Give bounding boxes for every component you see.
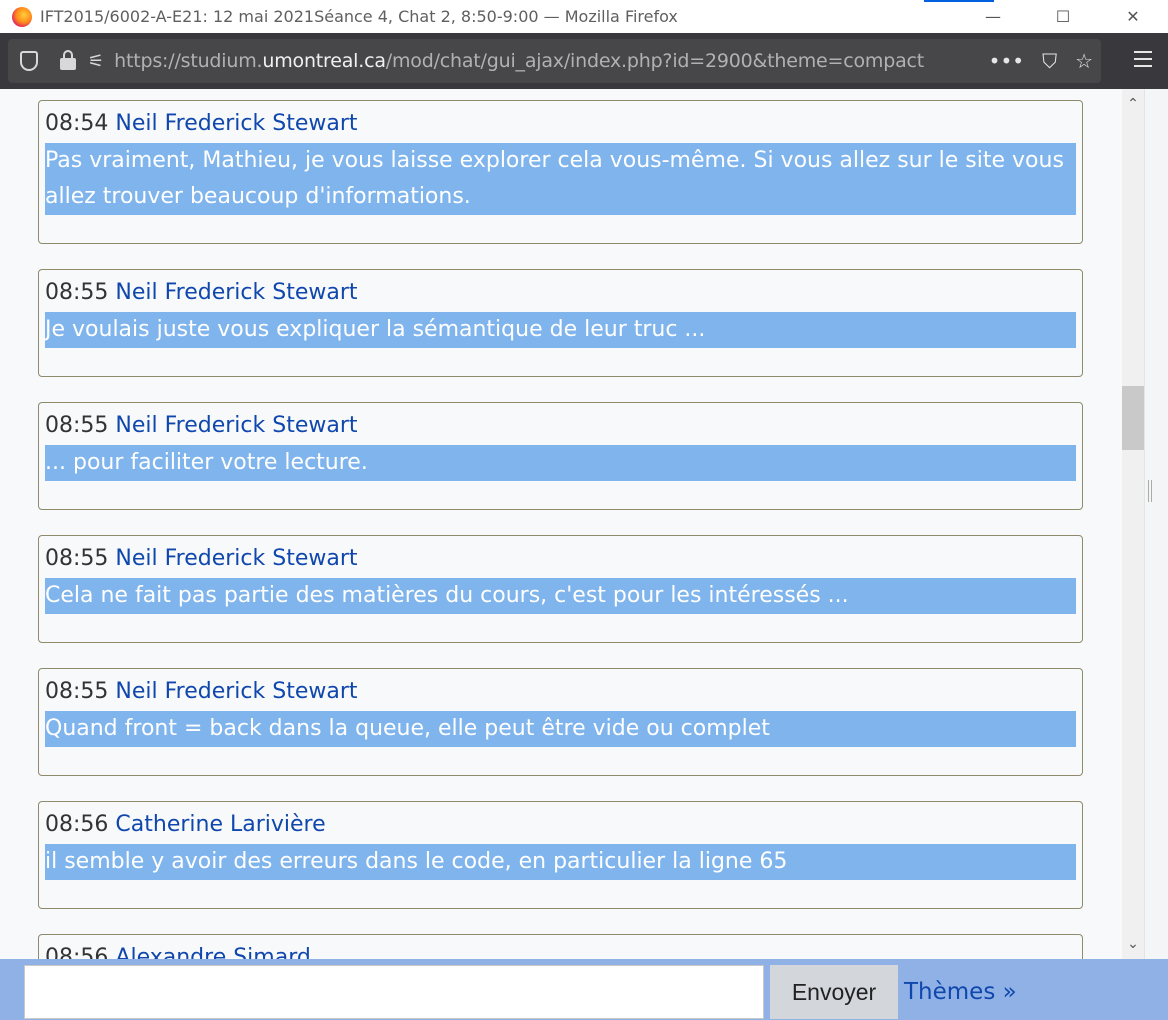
scroll-down-arrow-icon[interactable]: ⌄ [1122,933,1144,955]
url-domain: umontreal.ca [262,50,386,72]
window-title: IFT2015/6002-A-E21: 12 mai 2021Séance 4,… [40,7,678,26]
chat-message: 08:56 Catherine Larivière il semble y av… [38,801,1083,909]
message-time: 08:56 [45,812,109,837]
message-header: 08:55 Neil Frederick Stewart [45,413,358,438]
maximize-button[interactable]: ☐ [1028,0,1098,33]
scroll-up-arrow-icon[interactable]: ⌃ [1122,93,1144,115]
message-time: 08:54 [45,111,109,136]
send-button[interactable]: Envoyer [770,965,898,1019]
scrollbar-thumb[interactable] [1122,386,1144,450]
url-suffix: /mod/chat/gui_ajax/index.php?id=2900&the… [385,50,925,72]
resize-grip-icon[interactable] [1148,480,1152,502]
message-author-link[interactable]: Alexandre Simard [115,945,310,959]
address-bar[interactable]: ⚟ https://studium.umontreal.ca/mod/chat/… [8,39,1101,83]
chat-message: 08:55 Neil Frederick Stewart ... pour fa… [38,402,1083,510]
pocket-icon[interactable]: ⛉ [1042,49,1057,73]
page-actions-more-icon[interactable]: ••• [989,49,1024,73]
message-text: il semble y avoir des erreurs dans le co… [45,844,1076,880]
message-time: 08:55 [45,280,109,305]
window-controls: — ☐ ✕ [958,0,1168,33]
message-header: 08:54 Neil Frederick Stewart [45,111,358,136]
message-time: 08:55 [45,413,109,438]
message-header: 08:56 Alexandre Simard [45,945,311,959]
message-author-link[interactable]: Neil Frederick Stewart [115,679,357,704]
message-time: 08:56 [45,945,109,959]
chat-message: 08:55 Neil Frederick Stewart Quand front… [38,668,1083,776]
message-header: 08:55 Neil Frederick Stewart [45,280,358,305]
app-menu-icon[interactable] [1134,51,1152,69]
chat-message: 08:55 Neil Frederick Stewart Je voulais … [38,269,1083,377]
message-time: 08:55 [45,546,109,571]
message-header: 08:55 Neil Frederick Stewart [45,546,358,571]
message-header: 08:56 Catherine Larivière [45,812,326,837]
message-author-link[interactable]: Neil Frederick Stewart [115,546,357,571]
minimize-button[interactable]: — [958,0,1028,33]
permissions-icon[interactable]: ⚟ [88,51,104,72]
chat-scrollbar[interactable]: ⌃ ⌄ [1122,89,1144,959]
chat-message: 08:56 Alexandre Simard [38,934,1083,959]
message-author-link[interactable]: Neil Frederick Stewart [115,413,357,438]
chat-log[interactable]: 08:54 Neil Frederick Stewart Pas vraimen… [0,89,1168,959]
url-prefix: https://studium. [114,50,263,72]
message-author-link[interactable]: Neil Frederick Stewart [115,111,357,136]
themes-link[interactable]: Thèmes » [904,979,1017,1005]
chat-input-bar: Envoyer Thèmes » [0,959,1168,1020]
lock-icon[interactable] [60,50,76,70]
chat-message: 08:55 Neil Frederick Stewart Cela ne fai… [38,535,1083,643]
message-author-link[interactable]: Neil Frederick Stewart [115,280,357,305]
message-author-link[interactable]: Catherine Larivière [115,812,325,837]
message-text: ... pour faciliter votre lecture. [45,445,1076,481]
address-bar-actions: ••• ⛉ ☆ [989,39,1093,83]
chat-message: 08:54 Neil Frederick Stewart Pas vraimen… [38,100,1083,244]
message-time: 08:55 [45,679,109,704]
window-titlebar: IFT2015/6002-A-E21: 12 mai 2021Séance 4,… [0,0,1168,33]
close-button[interactable]: ✕ [1098,0,1168,33]
message-text: Quand front = back dans la queue, elle p… [45,711,1076,747]
message-input[interactable] [24,965,764,1019]
url-text[interactable]: https://studium.umontreal.ca/mod/chat/gu… [114,50,924,72]
message-text: Pas vraiment, Mathieu, je vous laisse ex… [45,143,1076,215]
tracking-protection-shield-icon[interactable] [20,51,38,71]
browser-navbar: ⚟ https://studium.umontreal.ca/mod/chat/… [0,33,1168,89]
side-panel-edge [1144,89,1168,959]
message-header: 08:55 Neil Frederick Stewart [45,679,358,704]
message-text: Je voulais juste vous expliquer la séman… [45,312,1076,348]
message-text: Cela ne fait pas partie des matières du … [45,578,1076,614]
firefox-logo-icon [12,6,32,27]
bookmark-star-icon[interactable]: ☆ [1075,49,1093,73]
